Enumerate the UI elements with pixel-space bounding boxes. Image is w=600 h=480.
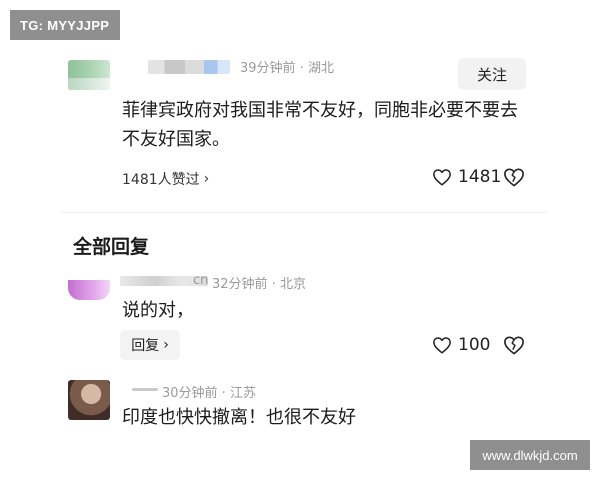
comment-meta: 39分钟前 · 湖北 [240, 61, 334, 76]
reply-meta: 32分钟前 · 北京 [212, 277, 306, 292]
reply-button[interactable]: 回复 › [120, 330, 180, 360]
likes-summary-link[interactable]: 1481人赞过 › [122, 169, 209, 189]
comment-text: 菲律宾政府对我国非常不友好，同胞非必要不要去不友好国家。 [122, 100, 518, 150]
reply-text: 说的对， [122, 300, 194, 321]
broken-heart-icon[interactable] [503, 335, 525, 355]
like-button[interactable]: 100 [432, 335, 490, 355]
avatar[interactable] [68, 60, 110, 90]
blurred-username[interactable] [148, 60, 230, 74]
username-partial: cn [193, 273, 209, 288]
watermark-bottom-right: www.dlwkjd.com [470, 440, 590, 470]
divider [60, 212, 548, 213]
heart-outline-icon [433, 337, 451, 354]
reply-meta: 30分钟前 · 江苏 [162, 386, 256, 401]
broken-heart-icon[interactable] [503, 167, 525, 187]
like-count: 1481 [458, 167, 502, 187]
blurred-username[interactable] [132, 388, 158, 391]
heart-outline-icon [433, 169, 451, 186]
likes-summary-text: 1481人赞过 [122, 172, 200, 188]
section-title: 全部回复 [73, 236, 150, 258]
like-count: 100 [458, 335, 491, 355]
chevron-right-icon: › [163, 337, 169, 353]
like-button[interactable]: 1481 [432, 167, 501, 187]
reply-text: 印度也快快撤离！也很不友好 [122, 407, 356, 428]
avatar[interactable] [68, 280, 110, 300]
follow-button[interactable]: 关注 [458, 58, 526, 90]
reply-label: 回复 [131, 338, 160, 354]
watermark-top-left: TG: MYYJJPP [10, 10, 120, 40]
avatar[interactable] [68, 380, 110, 420]
chevron-right-icon: › [203, 171, 210, 187]
